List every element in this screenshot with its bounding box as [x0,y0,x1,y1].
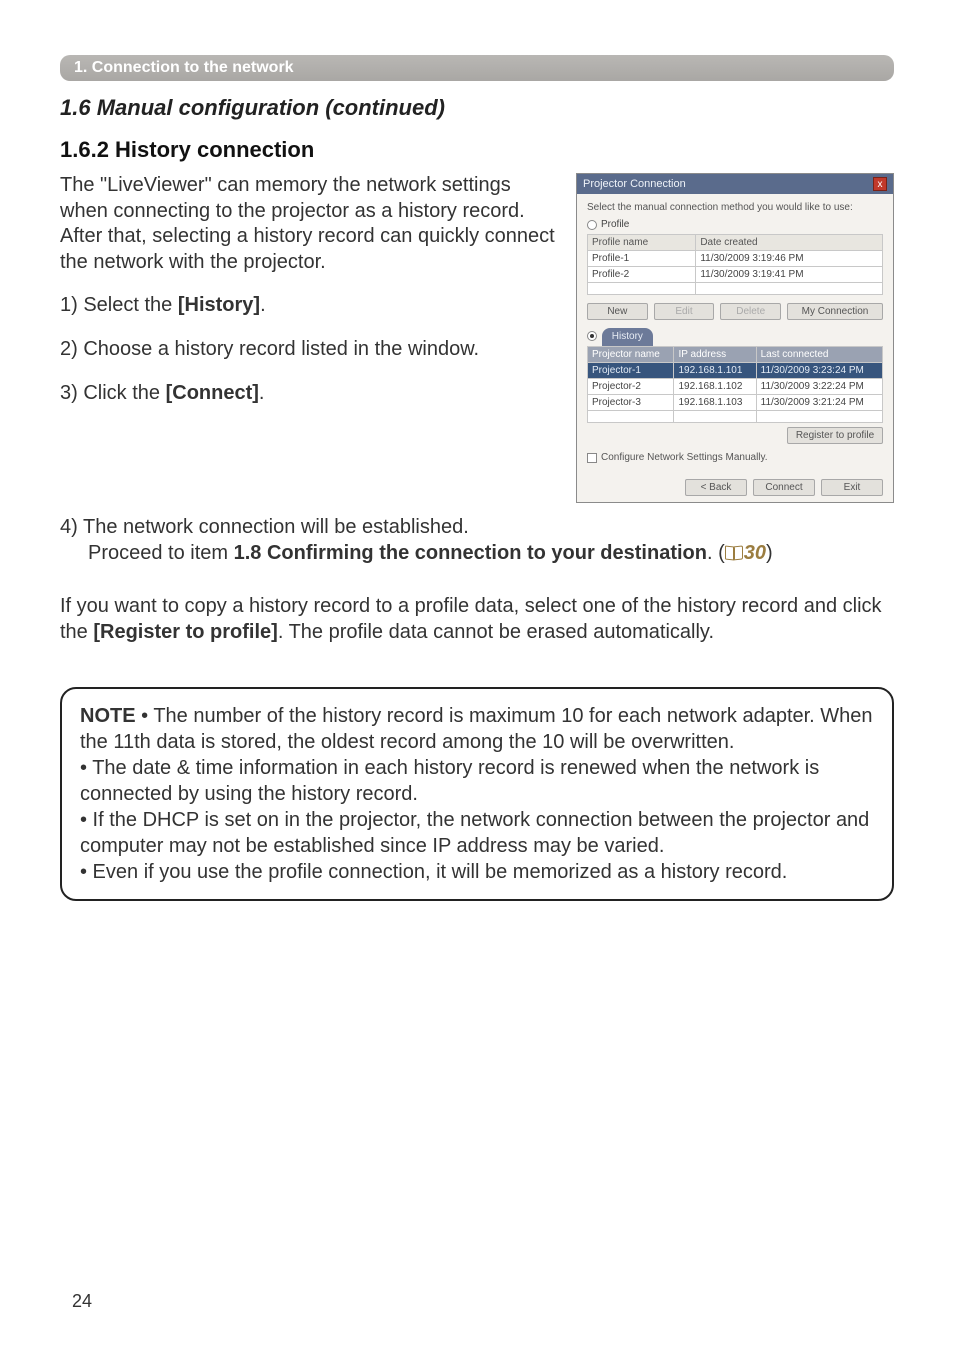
note-label: NOTE [80,705,136,727]
step-1-pre: 1) Select the [60,294,178,316]
new-button[interactable]: New [587,303,648,320]
projector-connection-dialog: Projector Connection x Select the manual… [576,173,894,503]
proj-ip: 192.168.1.103 [674,395,756,411]
step-3: 3) Click the [Connect]. [60,381,558,407]
edit-button[interactable]: Edit [654,303,715,320]
table-row[interactable]: Profile-2 11/30/2009 3:19:41 PM [588,267,883,283]
history-tab: History [587,328,653,346]
note-line-3: • If the DHCP is set on in the projector… [80,807,874,859]
manual-settings-checkbox[interactable]: Configure Network Settings Manually. [587,452,883,463]
profile-date-cell: 11/30/2009 3:19:46 PM [696,251,883,267]
note-box: NOTE • The number of the history record … [60,687,894,901]
history-radio-label: History [602,328,653,346]
note-line-4: • Even if you use the profile connection… [80,859,874,885]
delete-button[interactable]: Delete [720,303,781,320]
profile-radio[interactable]: Profile [587,219,883,230]
chapter-header: 1. Connection to the network [60,55,894,81]
section-title: 1.6 Manual configuration (continued) [60,95,894,121]
proj-name: Projector-3 [588,395,674,411]
connect-button[interactable]: Connect [753,479,815,496]
step-4-bold: 1.8 Confirming the connection to your de… [234,542,707,564]
back-button[interactable]: < Back [685,479,747,496]
page-ref: 30 [744,542,766,564]
history-h1: Projector name [588,347,674,363]
step-4: 4) The network connection will be establ… [60,515,894,566]
dialog-titlebar: Projector Connection x [577,174,893,194]
subsection-title: 1.6.2 History connection [60,137,894,163]
radio-icon [587,331,597,341]
manual-settings-label: Configure Network Settings Manually. [601,452,768,463]
proj-last: 11/30/2009 3:21:24 PM [756,395,882,411]
step-3-bold: [Connect] [166,382,259,404]
step-4-pre: Proceed to item [88,542,234,564]
checkbox-icon [587,453,597,463]
table-row[interactable]: Projector-1 192.168.1.101 11/30/2009 3:2… [588,363,883,379]
step-3-pre: 3) Click the [60,382,166,404]
register-to-profile-button[interactable]: Register to profile [787,427,883,444]
dialog-subtitle: Select the manual connection method you … [587,202,883,213]
note-line-2: • The date & time information in each hi… [80,755,874,807]
profile-table: Profile name Date created Profile-1 11/3… [587,234,883,295]
table-row[interactable]: Projector-3 192.168.1.103 11/30/2009 3:2… [588,395,883,411]
history-h2: IP address [674,347,756,363]
step-1-bold: [History] [178,294,260,316]
copy-post: . The profile data cannot be erased auto… [278,621,714,643]
proj-name: Projector-2 [588,379,674,395]
history-table: Projector name IP address Last connected… [587,346,883,423]
copy-bold: [Register to profile] [93,621,277,643]
proj-last: 11/30/2009 3:22:24 PM [756,379,882,395]
profile-date-cell: 11/30/2009 3:19:41 PM [696,267,883,283]
history-radio[interactable]: History [587,328,883,346]
profile-radio-label: Profile [601,219,629,230]
table-row[interactable]: Projector-2 192.168.1.102 11/30/2009 3:2… [588,379,883,395]
close-icon[interactable]: x [873,177,887,191]
exit-button[interactable]: Exit [821,479,883,496]
intro-paragraph: The "LiveViewer" can memory the network … [60,173,558,275]
dialog-title-text: Projector Connection [583,178,686,190]
step-4-close: ) [766,542,773,564]
note-line-1: • The number of the history record is ma… [80,705,873,753]
step-4-post: . ( [707,542,725,564]
proj-name: Projector-1 [588,363,674,379]
history-h3: Last connected [756,347,882,363]
step-1-post: . [260,294,266,316]
proj-last: 11/30/2009 3:23:24 PM [756,363,882,379]
myconnection-button[interactable]: My Connection [787,303,883,320]
profile-name-cell: Profile-2 [588,267,696,283]
step-3-post: . [259,382,265,404]
table-row[interactable]: Profile-1 11/30/2009 3:19:46 PM [588,251,883,267]
page-number: 24 [72,1291,92,1312]
proj-ip: 192.168.1.102 [674,379,756,395]
profile-name-cell: Profile-1 [588,251,696,267]
step-4-line1: 4) The network connection will be establ… [60,515,894,541]
profile-table-h2: Date created [696,235,883,251]
profile-table-h1: Profile name [588,235,696,251]
radio-icon [587,220,597,230]
step-2: 2) Choose a history record listed in the… [60,337,558,363]
book-icon [725,546,743,560]
copy-paragraph: If you want to copy a history record to … [60,594,894,645]
proj-ip: 192.168.1.101 [674,363,756,379]
profile-button-row: New Edit Delete My Connection [587,303,883,320]
step-1: 1) Select the [History]. [60,293,558,319]
dialog-footer-buttons: < Back Connect Exit [587,479,883,496]
